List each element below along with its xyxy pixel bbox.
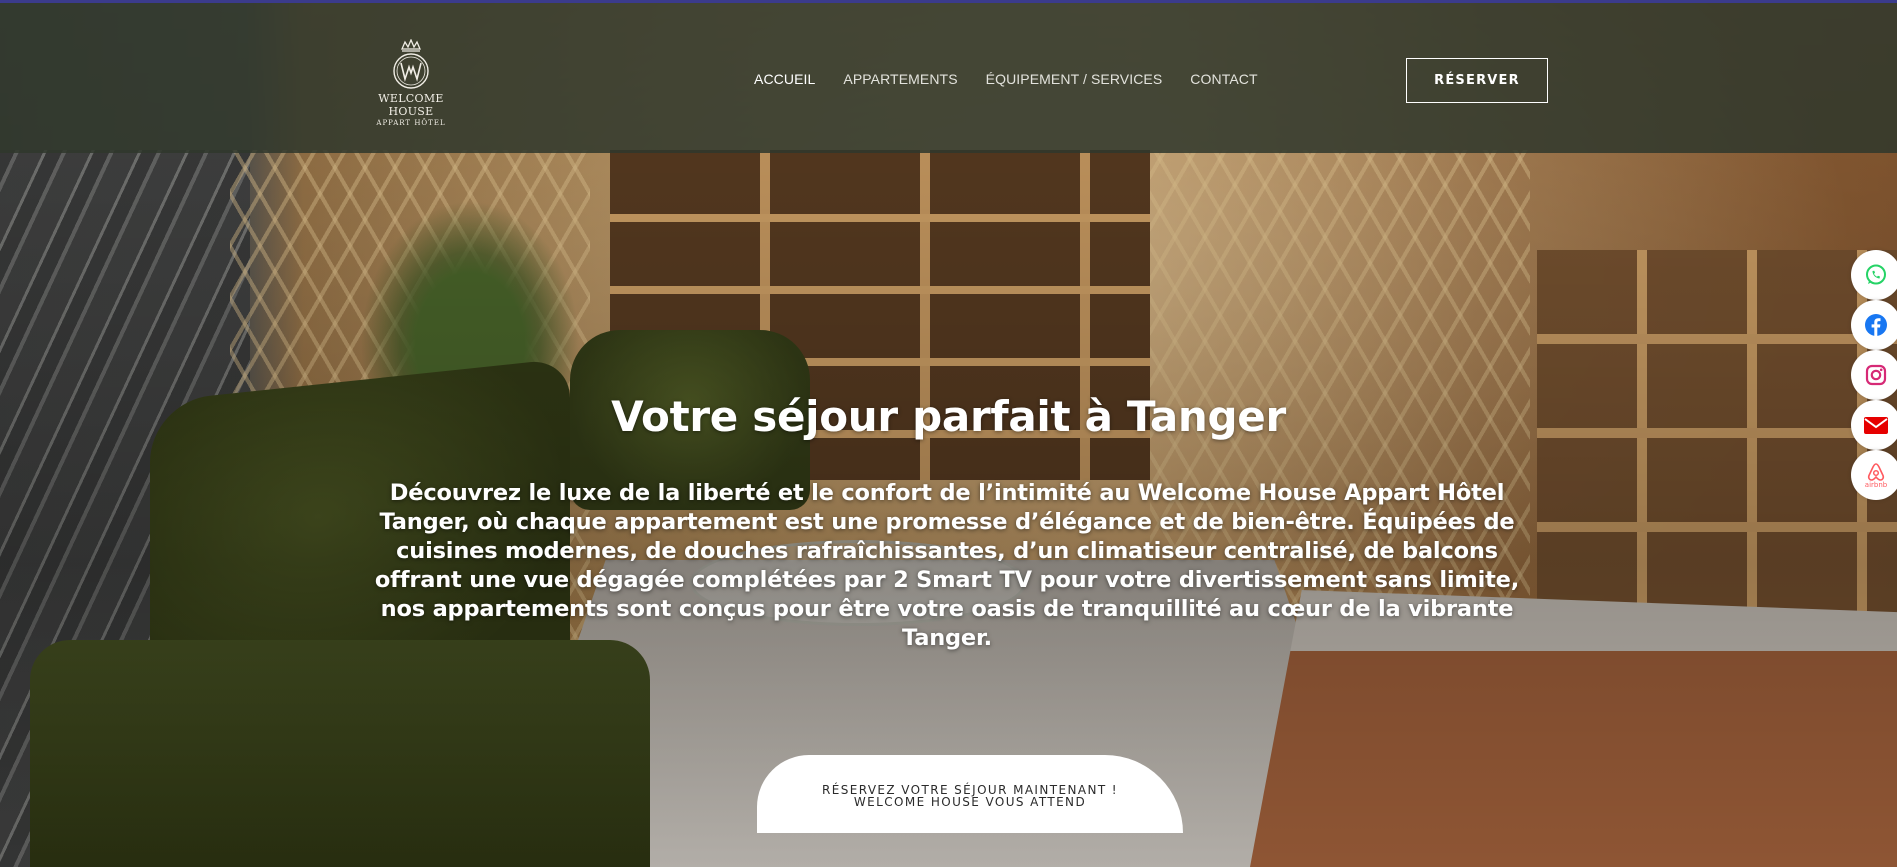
nav-item-contact[interactable]: CONTACT xyxy=(1190,71,1257,87)
hero-title: Votre séjour parfait à Tanger xyxy=(611,392,1286,441)
facebook-button[interactable] xyxy=(1851,300,1897,350)
main-nav: ACCUEIL APPARTEMENTS ÉQUIPEMENT / SERVIC… xyxy=(754,71,1258,87)
site-logo[interactable]: WELCOME HOUSE APPART HÔTEL xyxy=(358,39,464,127)
facebook-icon xyxy=(1865,314,1887,336)
hero-description: Découvrez le luxe de la liberté et le co… xyxy=(374,480,1520,651)
crown-monogram-icon xyxy=(393,39,429,89)
book-now-cta[interactable]: RÉSERVEZ VOTRE SÉJOUR MAINTENANT ! WELCO… xyxy=(757,755,1183,833)
reserve-button[interactable]: RÉSERVER xyxy=(1406,58,1548,103)
airbnb-logo: airbnb xyxy=(1865,462,1887,489)
nav-item-accueil[interactable]: ACCUEIL xyxy=(754,71,815,87)
nav-item-appartements[interactable]: APPARTEMENTS xyxy=(843,71,957,87)
email-button[interactable] xyxy=(1851,400,1897,450)
whatsapp-button[interactable] xyxy=(1851,250,1897,300)
logo-subtitle: APPART HÔTEL xyxy=(376,119,446,127)
airbnb-label: airbnb xyxy=(1864,480,1888,489)
airbnb-icon xyxy=(1867,462,1885,481)
site-header: WELCOME HOUSE APPART HÔTEL ACCUEIL APPAR… xyxy=(0,3,1897,153)
instagram-icon xyxy=(1865,364,1887,386)
nav-item-equipement-services[interactable]: ÉQUIPEMENT / SERVICES xyxy=(986,71,1163,87)
whatsapp-icon xyxy=(1866,264,1886,285)
email-icon xyxy=(1864,417,1888,434)
airbnb-button[interactable]: airbnb xyxy=(1851,450,1897,500)
logo-name: WELCOME HOUSE xyxy=(378,92,444,118)
instagram-button[interactable] xyxy=(1851,350,1897,400)
cta-line-2: WELCOME HOUSE VOUS ATTEND xyxy=(853,795,1087,809)
